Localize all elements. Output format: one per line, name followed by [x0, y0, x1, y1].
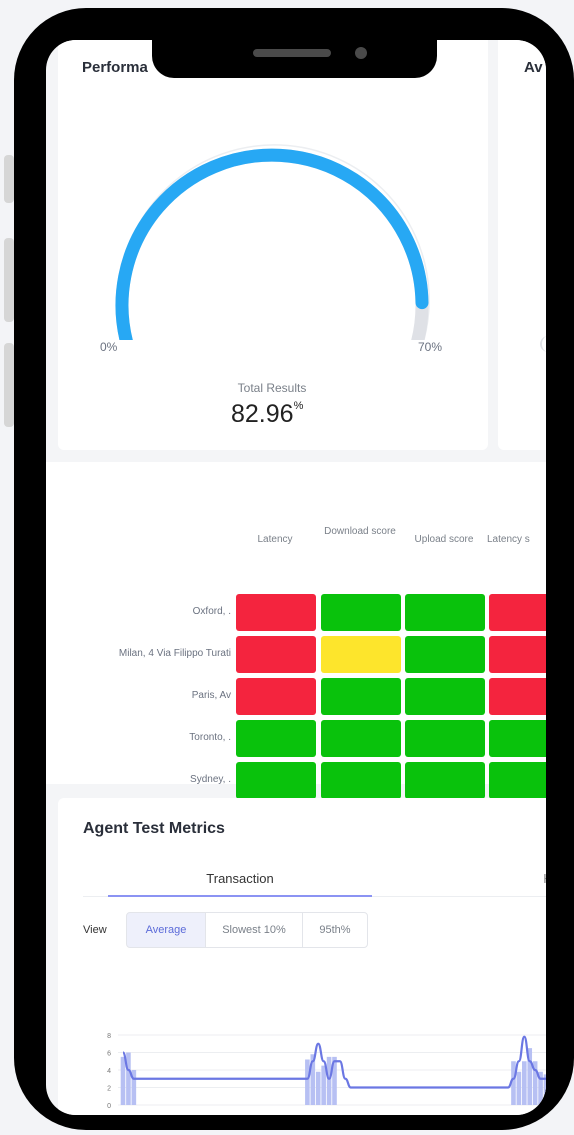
agent-metrics-card: Agent Test Metrics Transaction H View Av… [58, 798, 546, 1115]
heatmap-col-upload: Upload score [414, 534, 474, 545]
gauge-caption: Total Results [237, 381, 307, 395]
gauge-min-label: 0% [100, 340, 118, 354]
chart-y-tick-label: 8 [107, 1033, 111, 1040]
heatmap-cell[interactable] [489, 594, 546, 631]
view-95th-button[interactable]: 95th% [302, 912, 368, 948]
chart-y-tick-label: 6 [107, 1051, 111, 1058]
heatmap-row-label: Oxford, . [192, 606, 231, 617]
second-card-gauge-edge [540, 336, 546, 352]
gauge-max-label: 70% [418, 340, 443, 354]
heatmap-cell[interactable] [489, 762, 546, 799]
chart-bar [120, 1056, 126, 1105]
heatmap-col-latency: Latency [257, 534, 293, 545]
app-screen: Performa 0% 70% Total Results 82.96% Av … [46, 40, 546, 1115]
heatmap-cell[interactable] [236, 720, 316, 757]
heatmap-cell[interactable] [321, 594, 401, 631]
heatmap-row-label: Toronto, . [189, 732, 231, 743]
phone-volume-up-button [4, 238, 14, 322]
notch-speaker [253, 49, 331, 57]
view-label: View [83, 924, 107, 936]
gauge-value: 82.96% [231, 400, 303, 429]
heatmap-cell[interactable] [321, 762, 401, 799]
heatmap-row-label: Milan, 4 Via Filippo Turati [118, 648, 231, 659]
gauge-fill [115, 148, 429, 340]
gauge-value-unit: % [293, 400, 304, 412]
heatmap-cell[interactable] [321, 678, 401, 715]
heatmap-cell[interactable] [236, 762, 316, 799]
chart-bar [516, 1071, 522, 1105]
chart-bar [321, 1065, 326, 1105]
heatmap-cell[interactable] [405, 636, 485, 673]
chart-y-tick-label: 0 [107, 1103, 111, 1110]
phone-mute-switch [4, 155, 14, 203]
tab-transaction-underline [108, 895, 372, 897]
heatmap-row-label: Paris, Av [191, 690, 231, 701]
phone-notch [152, 40, 437, 78]
heatmap-cell[interactable] [405, 762, 485, 799]
heatmap-cell[interactable] [236, 594, 316, 631]
gauge-outer-ring [118, 144, 430, 340]
phone-volume-down-button [4, 343, 14, 427]
tab-h[interactable]: H [538, 871, 546, 886]
gauge-track [115, 148, 429, 340]
notch-camera [355, 47, 367, 59]
heatmap-cell[interactable] [321, 636, 401, 673]
heatmap-col-download: Download score [324, 526, 396, 537]
heatmap-cell[interactable] [489, 720, 546, 757]
heatmap-cell[interactable] [489, 636, 546, 673]
tab-transaction[interactable]: Transaction [108, 871, 372, 886]
chart-y-tick-label: 4 [107, 1068, 111, 1075]
heatmap-cell[interactable] [405, 678, 485, 715]
heatmap-cell[interactable] [321, 720, 401, 757]
heatmap-cell[interactable] [405, 594, 485, 631]
chart-bar [305, 1059, 310, 1105]
chart-bar [326, 1056, 332, 1105]
heatmap-col-latency-score: Latency s [487, 534, 530, 545]
gauge-value-number: 82.96 [231, 400, 294, 428]
chart-bar [315, 1071, 321, 1105]
heatmap-cell[interactable] [489, 678, 546, 715]
transaction-chart: 864204:15 AM5:00 AM5:46 AM [107, 1033, 546, 1110]
performance-gauge [115, 144, 430, 340]
chart-bar [522, 1061, 527, 1105]
view-slowest-10-button[interactable]: Slowest 10% [205, 912, 303, 948]
performance-card: Performa 0% 70% Total Results 82.96% [58, 40, 488, 450]
heatmap-card: Latency Download score Upload score Late… [46, 462, 546, 799]
second-card: Av [498, 40, 546, 450]
chart-y-tick-label: 2 [107, 1086, 111, 1093]
second-card-title: Av [524, 59, 543, 76]
heatmap-row-label: Sydney, . [190, 774, 231, 785]
chart-bar [126, 1052, 131, 1105]
heatmap-cell[interactable] [236, 678, 316, 715]
heatmap-cell[interactable] [236, 636, 316, 673]
view-average-button[interactable]: Average [126, 912, 206, 948]
agent-metrics-title: Agent Test Metrics [83, 820, 225, 837]
heatmap-cell[interactable] [405, 720, 485, 757]
